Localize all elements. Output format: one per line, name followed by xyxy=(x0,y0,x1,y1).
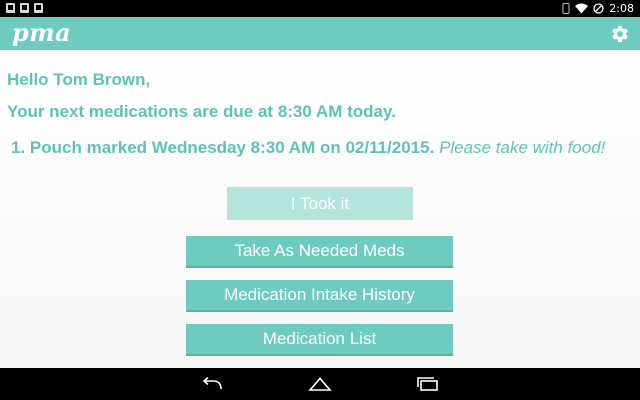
next-due-text: Your next medications are due at 8:30 AM… xyxy=(7,102,396,121)
system-icons: 2:08 xyxy=(562,1,634,16)
greeting-text: Hello Tom Brown, xyxy=(7,70,151,89)
pouch-number: 1. xyxy=(11,138,26,157)
wifi-icon xyxy=(575,3,589,14)
gear-icon xyxy=(612,25,628,42)
take-as-needed-meds-button[interactable]: Take As Needed Meds xyxy=(186,236,453,268)
status-bar: 2:08 xyxy=(0,0,640,17)
notification-icon xyxy=(6,3,15,13)
medication-intake-history-button[interactable]: Medication Intake History xyxy=(186,280,453,312)
clock: 2:08 xyxy=(609,2,634,15)
app-bar: pma xyxy=(0,17,640,50)
settings-button[interactable] xyxy=(608,22,632,46)
notification-area xyxy=(6,3,43,13)
home-button[interactable] xyxy=(308,374,332,394)
pouch-note: Please take with food! xyxy=(439,138,606,157)
photo-icon xyxy=(34,3,43,13)
photo-icon xyxy=(20,3,29,13)
vibrate-icon xyxy=(562,3,570,14)
back-icon xyxy=(202,377,222,390)
main-content: Hello Tom Brown, Your next medications a… xyxy=(0,50,640,368)
block-icon xyxy=(593,3,604,14)
back-button[interactable] xyxy=(200,374,224,394)
pouch-list-item: 1. Pouch marked Wednesday 8:30 AM on 02/… xyxy=(11,137,623,159)
pouch-description: Pouch marked Wednesday 8:30 AM on 02/11/… xyxy=(29,138,435,157)
screen: 2:08 pma Hello Tom Brown, Your next medi… xyxy=(0,0,640,400)
home-icon xyxy=(308,377,332,391)
recents-button[interactable] xyxy=(416,374,440,394)
medication-list-button[interactable]: Medication List xyxy=(186,324,453,356)
app-logo: pma xyxy=(12,18,72,47)
navigation-bar xyxy=(0,368,640,400)
recents-icon xyxy=(417,377,438,391)
i-took-it-button[interactable]: I Took it xyxy=(227,187,413,220)
